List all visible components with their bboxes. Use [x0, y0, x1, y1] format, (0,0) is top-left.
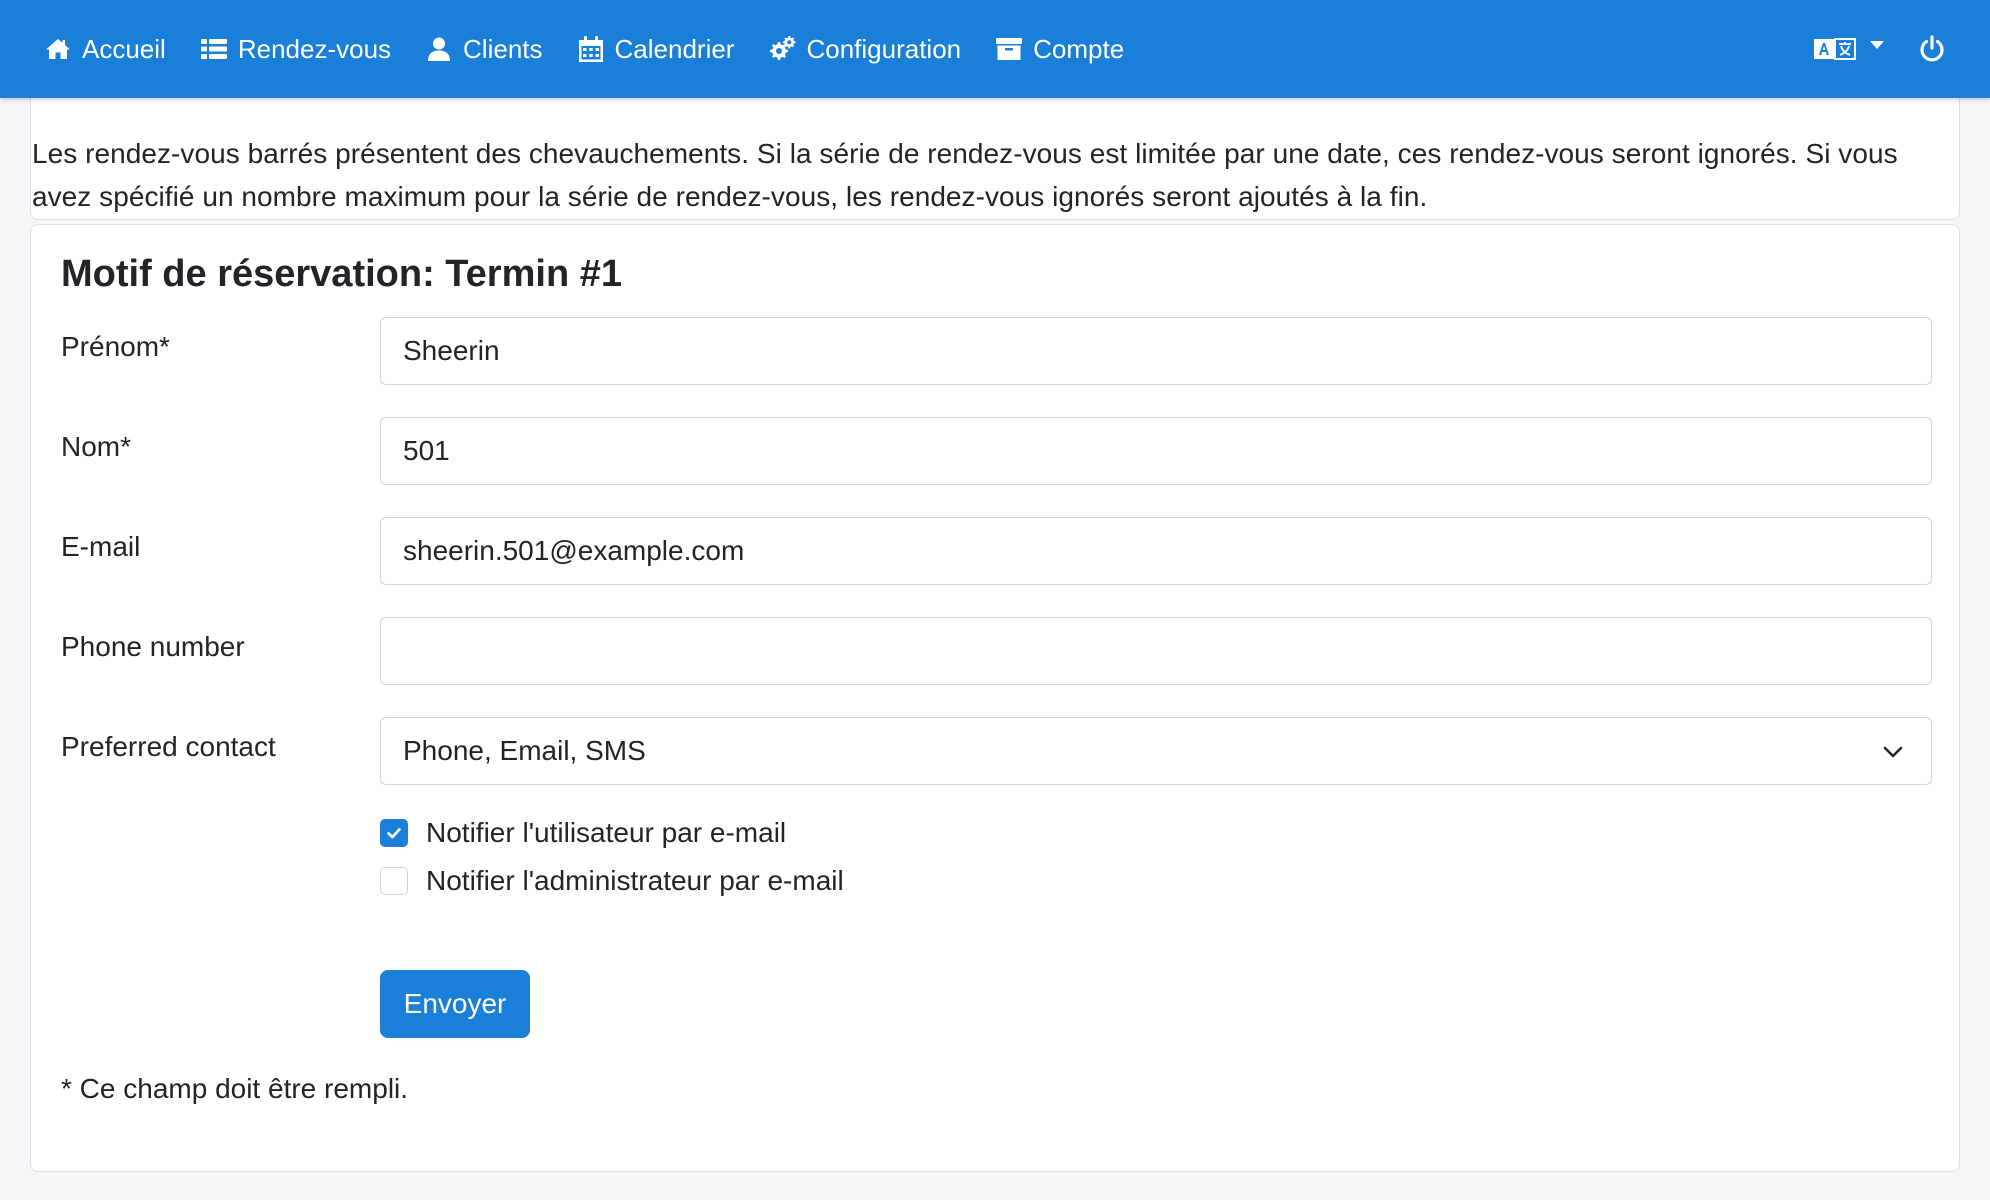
nav-item-label: Calendrier	[614, 33, 735, 64]
notify-user-row: Notifier l'utilisateur par e-mail	[380, 817, 786, 849]
last-name-input[interactable]	[380, 417, 1932, 485]
notice-text: Les rendez-vous barrés présentent des ch…	[32, 138, 1898, 212]
main-nav: Accueil Rendez-vous Clients Calendrier C…	[44, 0, 1158, 98]
last-name-label: Nom*	[61, 431, 132, 462]
nav-item-configuration[interactable]: Configuration	[768, 0, 961, 98]
notify-admin-checkbox[interactable]	[380, 867, 408, 895]
phone-label: Phone number	[61, 631, 245, 662]
top-navbar: Accueil Rendez-vous Clients Calendrier C…	[0, 0, 1990, 98]
preferred-contact-label: Preferred contact	[61, 731, 276, 762]
logout-button[interactable]	[1918, 35, 1946, 63]
list-icon	[200, 35, 228, 63]
preferred-contact-value: Phone, Email, SMS	[403, 735, 646, 766]
nav-item-calendrier[interactable]: Calendrier	[577, 0, 735, 98]
nav-item-rendez-vous[interactable]: Rendez-vous	[200, 0, 391, 98]
language-dropdown[interactable]	[1814, 37, 1884, 61]
notify-user-label[interactable]: Notifier l'utilisateur par e-mail	[426, 817, 786, 849]
booking-form-card: Motif de réservation: Termin #1 Prénom* …	[30, 224, 1960, 1172]
archive-icon	[995, 35, 1023, 63]
email-label: E-mail	[61, 531, 141, 562]
notify-admin-label[interactable]: Notifier l'administrateur par e-mail	[426, 865, 844, 897]
first-name-label: Prénom*	[61, 331, 170, 362]
nav-item-label: Accueil	[82, 33, 166, 64]
notify-admin-row: Notifier l'administrateur par e-mail	[380, 865, 844, 897]
nav-item-accueil[interactable]: Accueil	[44, 0, 166, 98]
nav-item-label: Clients	[463, 33, 543, 64]
power-icon	[1920, 35, 1944, 62]
required-footnote: * Ce champ doit être rempli.	[61, 1073, 409, 1104]
email-input[interactable]	[380, 517, 1932, 585]
nav-item-clients[interactable]: Clients	[425, 0, 543, 98]
form-title: Motif de réservation: Termin #1	[61, 253, 622, 295]
language-icon	[1814, 38, 1856, 60]
preferred-contact-select[interactable]: Phone, Email, SMS	[380, 717, 1932, 785]
user-icon	[425, 35, 453, 63]
phone-input[interactable]	[380, 617, 1932, 685]
first-name-input[interactable]	[380, 317, 1932, 385]
home-icon	[44, 35, 72, 63]
calendar-icon	[577, 35, 605, 63]
nav-item-compte[interactable]: Compte	[995, 0, 1124, 98]
nav-item-label: Compte	[1033, 33, 1125, 64]
overlap-notice: Les rendez-vous barrés présentent des ch…	[30, 98, 1960, 220]
chevron-down-icon	[1870, 41, 1884, 49]
chevron-down-icon	[1883, 746, 1903, 758]
check-icon	[387, 828, 401, 839]
nav-item-label: Configuration	[806, 33, 962, 64]
notify-user-checkbox[interactable]	[380, 819, 408, 847]
submit-button[interactable]: Envoyer	[380, 970, 530, 1038]
nav-right-controls	[1814, 0, 1946, 98]
cogs-icon	[768, 35, 796, 63]
nav-item-label: Rendez-vous	[237, 33, 392, 64]
